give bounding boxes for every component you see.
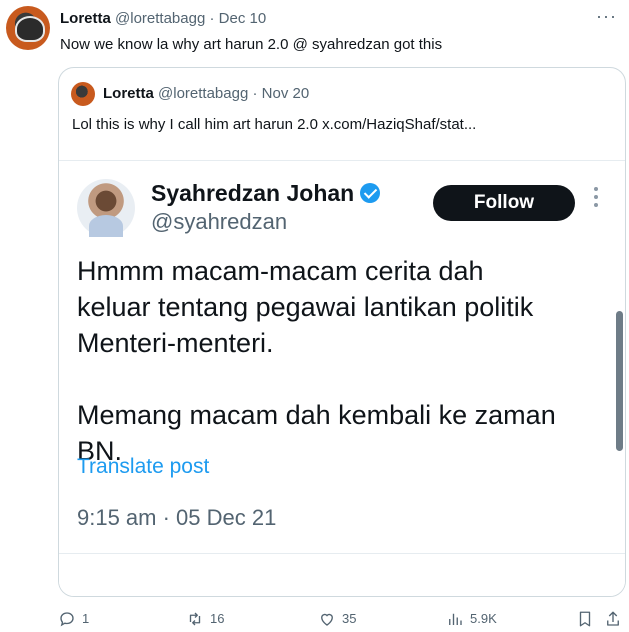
views-button[interactable]: 5.9K (446, 610, 497, 628)
embed-divider (59, 553, 625, 554)
quote-header: Loretta @lorettabagg · Nov 20 (103, 84, 309, 104)
like-button[interactable]: 35 (318, 610, 356, 628)
embed-author-handle[interactable]: @syahredzan (151, 209, 287, 235)
tweet-header: Loretta @lorettabagg · Dec 10 (60, 9, 266, 29)
views-chart-icon (449, 613, 462, 625)
verified-badge-icon (360, 183, 381, 203)
action-bar: 1 16 35 5.9K (0, 600, 629, 632)
quote-tweet[interactable]: Loretta @lorettabagg · Nov 20 Lol this i… (58, 67, 626, 597)
author-avatar[interactable] (6, 6, 50, 50)
quote-author-avatar (71, 82, 95, 106)
embed-author-avatar[interactable] (77, 179, 135, 237)
quote-author-name: Loretta (103, 85, 154, 102)
retweet-button[interactable]: 16 (186, 610, 224, 628)
reply-count: 1 (82, 611, 90, 626)
quote-author-handle: @lorettabagg (158, 85, 249, 102)
share-icon (607, 611, 619, 626)
retweet-icon (189, 612, 201, 626)
bookmark-button[interactable] (576, 610, 594, 628)
translate-post-link[interactable]: Translate post (77, 454, 209, 480)
author-handle[interactable]: @lorettabagg (115, 10, 205, 27)
embedded-tweet[interactable]: Syahredzan Johan @syahredzan Follow Hmmm… (59, 160, 625, 596)
follow-button[interactable]: Follow (433, 185, 575, 221)
share-button[interactable] (604, 610, 622, 628)
embed-author-name-row[interactable]: Syahredzan Johan (151, 179, 381, 207)
ellipsis-icon[interactable]: ··· (596, 6, 617, 27)
quote-text: Lol this is why I call him art harun 2.0… (72, 116, 477, 133)
scrollbar[interactable] (616, 311, 623, 451)
embed-body-text: Hmmm macam-macam cerita dah keluar tenta… (77, 256, 556, 466)
retweet-count: 16 (210, 611, 225, 626)
tweet-text: Now we know la why art harun 2.0 @ syahr… (60, 36, 443, 53)
embed-author-name[interactable]: Syahredzan Johan (151, 180, 354, 206)
quote-date: Nov 20 (261, 85, 310, 102)
tweet-date[interactable]: Dec 10 (219, 10, 267, 27)
quote-meta-separator: · (252, 85, 258, 102)
vertical-ellipsis-icon[interactable] (593, 187, 599, 211)
meta-separator: · (209, 10, 215, 27)
views-count: 5.9K (470, 611, 497, 626)
bookmark-icon (579, 611, 591, 627)
embed-timestamp[interactable]: 9:15 am · 05 Dec 21 (77, 505, 276, 531)
like-count: 35 (342, 611, 357, 626)
reply-icon (60, 612, 74, 627)
heart-icon (321, 613, 333, 626)
reply-button[interactable]: 1 (58, 610, 89, 628)
author-name[interactable]: Loretta (60, 10, 111, 27)
